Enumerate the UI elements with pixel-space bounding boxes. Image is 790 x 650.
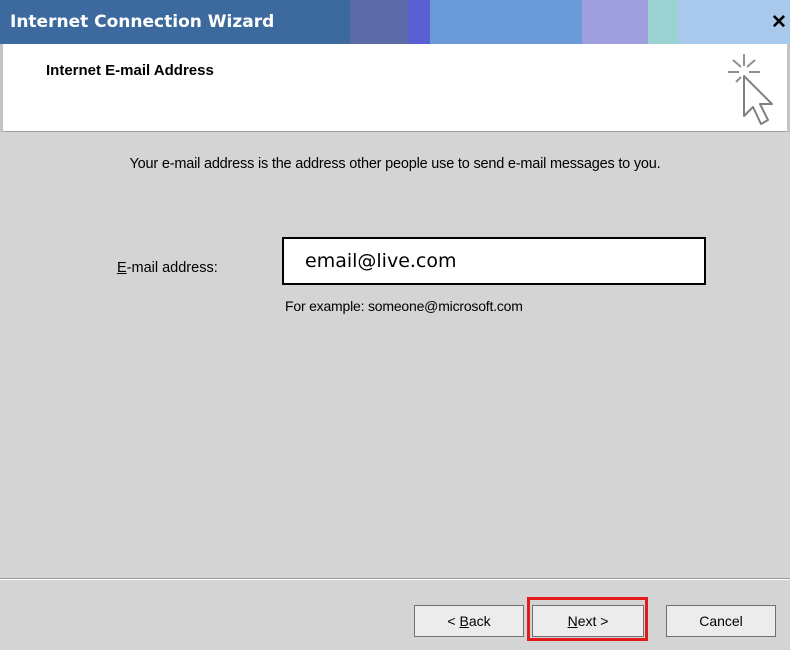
internet-connection-wizard-dialog: Internet Connection Wizard ✕ Internet E-… (0, 0, 790, 650)
window-title: Internet Connection Wizard (10, 12, 275, 32)
cancel-button[interactable]: Cancel (666, 605, 776, 637)
page-title: Internet E-mail Address (46, 62, 214, 79)
intro-text: Your e-mail address is the address other… (129, 156, 661, 172)
example-text: For example: someone@microsoft.com (285, 298, 523, 314)
email-input[interactable]: email@live.com (282, 237, 706, 285)
next-button[interactable]: Next > (532, 605, 644, 637)
wizard-body: Your e-mail address is the address other… (0, 132, 790, 578)
footer-divider (0, 579, 790, 580)
back-button[interactable]: < Back (414, 605, 524, 637)
wizard-footer: < Back Next > Cancel (0, 578, 790, 650)
wizard-cursor-sparkle-icon (728, 54, 773, 125)
title-bar[interactable]: Internet Connection Wizard ✕ (0, 0, 790, 44)
email-label: E-mail address: (117, 260, 218, 276)
close-icon[interactable]: ✕ (768, 10, 790, 36)
wizard-header: Internet E-mail Address (0, 44, 790, 132)
